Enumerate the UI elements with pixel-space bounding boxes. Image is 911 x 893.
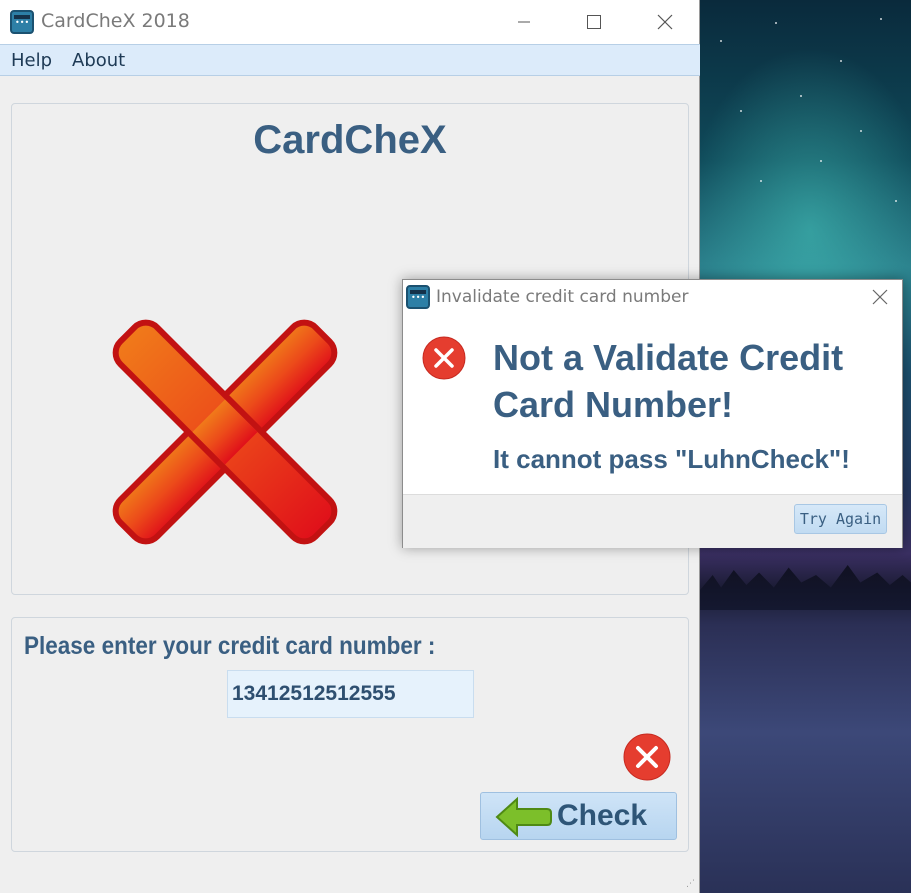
window-title: CardCheX 2018 [41, 10, 190, 32]
dialog-message: Not a Validate Credit Card Number! [493, 337, 844, 425]
credit-card-icon [10, 10, 34, 34]
maximize-icon [587, 15, 601, 29]
menu-about[interactable]: About [72, 50, 125, 71]
menu-bar: Help About [0, 44, 700, 76]
close-button[interactable] [645, 6, 685, 38]
treeline-silhouette [700, 565, 911, 610]
title-bar: CardCheX 2018 [0, 0, 699, 44]
resize-grip[interactable]: ⋰ [686, 880, 696, 890]
minimize-icon [518, 21, 530, 23]
red-x-icon [112, 319, 338, 545]
close-icon [657, 14, 673, 30]
check-button[interactable]: Check [480, 792, 677, 840]
dialog-footer: Try Again [403, 494, 902, 548]
dialog-close-button[interactable] [869, 286, 891, 308]
card-number-label: Please enter your credit card number : [24, 632, 436, 660]
dialog-title: Invalidate credit card number [436, 287, 689, 307]
input-panel: Please enter your credit card number : C… [11, 617, 689, 852]
menu-help[interactable]: Help [11, 50, 52, 71]
dialog-detail: It cannot pass "LuhnCheck"! [493, 444, 850, 474]
app-heading: CardCheX [253, 118, 447, 162]
error-circle-icon [422, 336, 466, 380]
card-number-input[interactable] [227, 670, 474, 718]
minimize-button[interactable] [504, 6, 544, 38]
error-dialog: Invalidate credit card number Not a Vali… [402, 279, 903, 548]
error-circle-icon [623, 733, 671, 781]
maximize-button[interactable] [574, 6, 614, 38]
green-arrow-icon [495, 796, 552, 838]
credit-card-icon [406, 285, 430, 309]
try-again-button[interactable]: Try Again [794, 504, 887, 534]
check-button-label: Check [557, 799, 648, 832]
